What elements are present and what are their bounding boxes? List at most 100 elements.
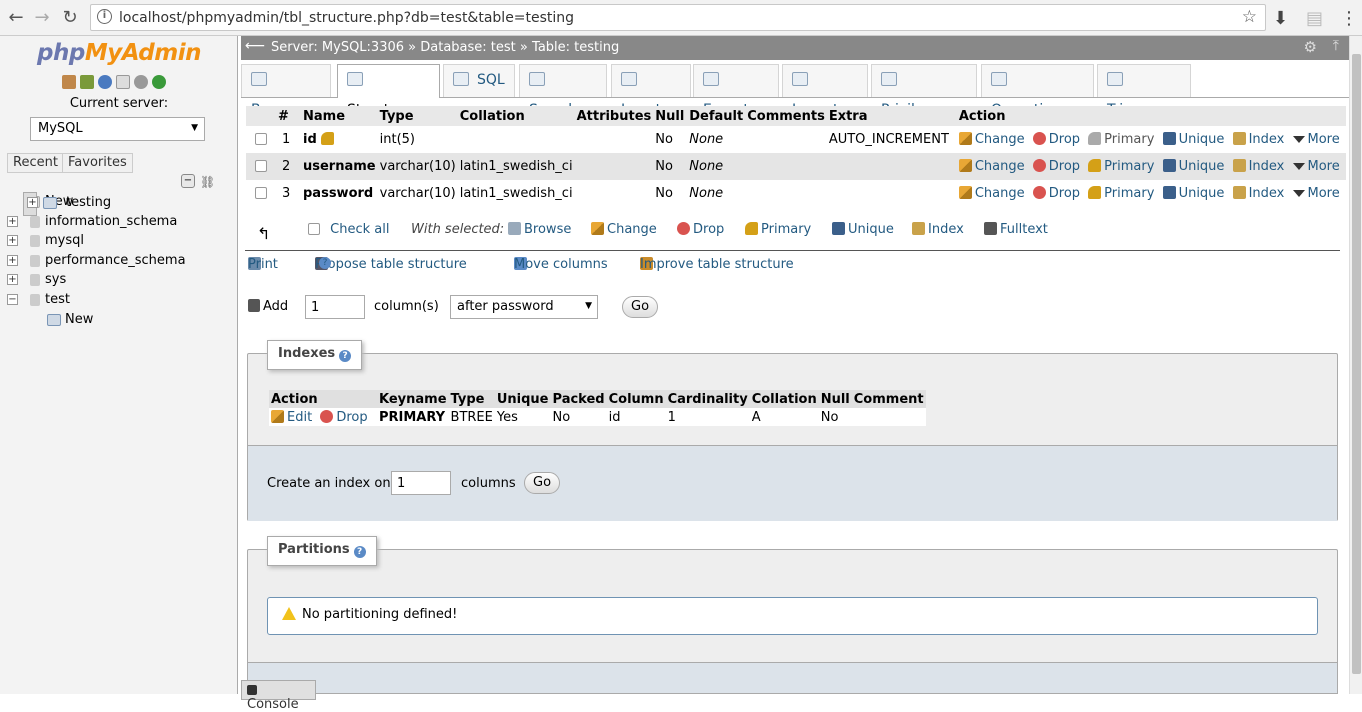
collapse-icon[interactable]: − (7, 293, 18, 305)
add-column-count-input[interactable] (305, 295, 365, 319)
database-crumb[interactable]: Database: test (420, 40, 516, 55)
wrench-icon (991, 72, 1007, 86)
logout-icon[interactable] (80, 75, 94, 89)
primary-link[interactable]: Primary (1088, 159, 1154, 174)
reload-nav-icon[interactable] (152, 75, 166, 89)
expand-icon[interactable]: + (7, 215, 18, 227)
index-link[interactable]: Index (1232, 159, 1284, 174)
drop-link[interactable]: Drop (1032, 132, 1080, 147)
expand-icon[interactable]: + (7, 254, 18, 266)
check-all-checkbox[interactable] (308, 223, 320, 235)
tree-item-sys[interactable]: + sys (0, 270, 238, 290)
drop-link[interactable]: Drop (1032, 186, 1080, 201)
server-select[interactable]: MySQL ▼ (30, 117, 205, 141)
forward-arrow-icon[interactable]: → (30, 7, 54, 28)
link-icon[interactable]: ⛓ (200, 175, 215, 189)
address-bar[interactable]: i localhost/phpmyadmin/tbl_structure.php… (90, 4, 1266, 31)
tab-search[interactable]: Search (519, 64, 607, 118)
create-index-count-input[interactable] (391, 471, 451, 495)
bulk-primary-button[interactable]: Primary (745, 222, 811, 237)
change-link[interactable]: Change (958, 159, 1025, 174)
bulk-fulltext-button[interactable]: Fulltext (984, 222, 1048, 237)
row-checkbox[interactable] (255, 133, 267, 145)
row-checkbox[interactable] (255, 160, 267, 172)
primary-link[interactable]: Primary (1088, 186, 1154, 201)
bulk-drop-button[interactable]: Drop (677, 222, 724, 237)
tree-item-testing[interactable]: + testing (23, 192, 111, 216)
column-position-select[interactable]: after password ▼ (450, 295, 598, 319)
collapse-all-icon[interactable]: − (181, 174, 195, 188)
change-link[interactable]: Change (958, 186, 1025, 201)
expand-icon[interactable]: + (27, 197, 38, 208)
row-checkbox[interactable] (255, 187, 267, 199)
help-icon[interactable]: ? (339, 350, 352, 362)
table-crumb[interactable]: Table: testing (532, 40, 619, 55)
url-text[interactable]: localhost/phpmyadmin/tbl_structure.php?d… (119, 10, 574, 26)
extension-icon[interactable]: ▤ (1306, 8, 1323, 29)
legend-text: Indexes (278, 346, 336, 361)
unique-link[interactable]: Unique (1162, 132, 1224, 147)
help-icon[interactable]: ? (319, 257, 331, 269)
download-icon[interactable]: ⬇ (1273, 8, 1288, 29)
create-index-go-button[interactable]: Go (524, 472, 561, 494)
tab-favorites[interactable]: Favorites (62, 153, 133, 173)
tab-browse[interactable]: Browse (241, 64, 331, 118)
unique-link[interactable]: Unique (1162, 159, 1224, 174)
tree-item-test[interactable]: − test (0, 290, 238, 310)
scrollbar-thumb[interactable] (1352, 54, 1361, 674)
main-panel: ⟵ Server: MySQL:3306 » Database: test » … (241, 36, 1349, 712)
info-icon[interactable]: i (97, 9, 112, 24)
help-icon[interactable] (98, 75, 112, 89)
gear-icon[interactable]: ⚙ (1304, 38, 1317, 56)
bulk-unique-button[interactable]: Unique (832, 222, 894, 237)
tab-sql[interactable]: SQL (443, 64, 515, 97)
settings-icon[interactable] (134, 75, 148, 89)
vertical-scrollbar[interactable] (1349, 36, 1362, 694)
reload-icon[interactable]: ↻ (58, 7, 82, 28)
check-all[interactable]: Check all (308, 222, 389, 237)
database-icon (30, 215, 40, 228)
collapse-top-icon[interactable]: ⤒ (1333, 38, 1339, 54)
help-icon[interactable]: ? (353, 546, 366, 558)
server-crumb[interactable]: Server: MySQL:3306 (271, 40, 404, 55)
index-link[interactable]: Index (1232, 186, 1284, 201)
tab-import[interactable]: Import (782, 64, 868, 118)
tab-export[interactable]: Export (693, 64, 779, 118)
bulk-browse-button[interactable]: Browse (508, 222, 571, 237)
docs-icon[interactable] (116, 75, 130, 89)
more-menu[interactable]: More (1292, 159, 1340, 174)
bulk-index-button[interactable]: Index (912, 222, 964, 237)
phpmyadmin-logo[interactable]: phpMyAdmin (37, 40, 201, 66)
drop-index-link[interactable]: Drop (320, 409, 368, 425)
tree-item-performance-schema[interactable]: + performance_schema (0, 251, 238, 271)
tree-item-new-table[interactable]: New (0, 310, 238, 330)
index-link[interactable]: Index (1232, 132, 1284, 147)
tab-triggers[interactable]: Triggers (1097, 64, 1191, 118)
more-menu[interactable]: More (1292, 186, 1340, 201)
unique-link[interactable]: Unique (1162, 186, 1224, 201)
tab-insert[interactable]: Insert (611, 64, 691, 118)
action-label: Primary (761, 222, 812, 237)
check-all-label[interactable]: Check all (330, 222, 389, 237)
expand-icon[interactable]: + (7, 235, 18, 247)
tab-structure[interactable]: Structure (337, 64, 440, 118)
bookmark-star-icon[interactable]: ☆ (1242, 7, 1257, 27)
menu-icon[interactable]: ⋮ (1340, 8, 1358, 29)
more-menu[interactable]: More (1292, 132, 1340, 147)
add-column-go-button[interactable]: Go (622, 296, 659, 318)
collapse-sidebar-icon[interactable]: ⟵ (245, 38, 265, 54)
expand-icon[interactable]: + (7, 274, 18, 286)
warning-icon (282, 607, 296, 620)
edit-index-link[interactable]: Edit (271, 409, 312, 425)
primary-link[interactable]: Primary (1088, 132, 1154, 147)
console-tab[interactable]: Console (241, 680, 316, 712)
back-arrow-icon[interactable]: ← (4, 7, 28, 28)
tab-privileges[interactable]: Privileges (871, 64, 977, 118)
home-icon[interactable] (62, 75, 76, 89)
drop-link[interactable]: Drop (1032, 159, 1080, 174)
tab-operations[interactable]: Operations (981, 64, 1094, 118)
change-link[interactable]: Change (958, 132, 1025, 147)
tab-recent[interactable]: Recent (7, 153, 64, 173)
tree-item-mysql[interactable]: + mysql (0, 231, 238, 251)
bulk-change-button[interactable]: Change (591, 222, 657, 237)
